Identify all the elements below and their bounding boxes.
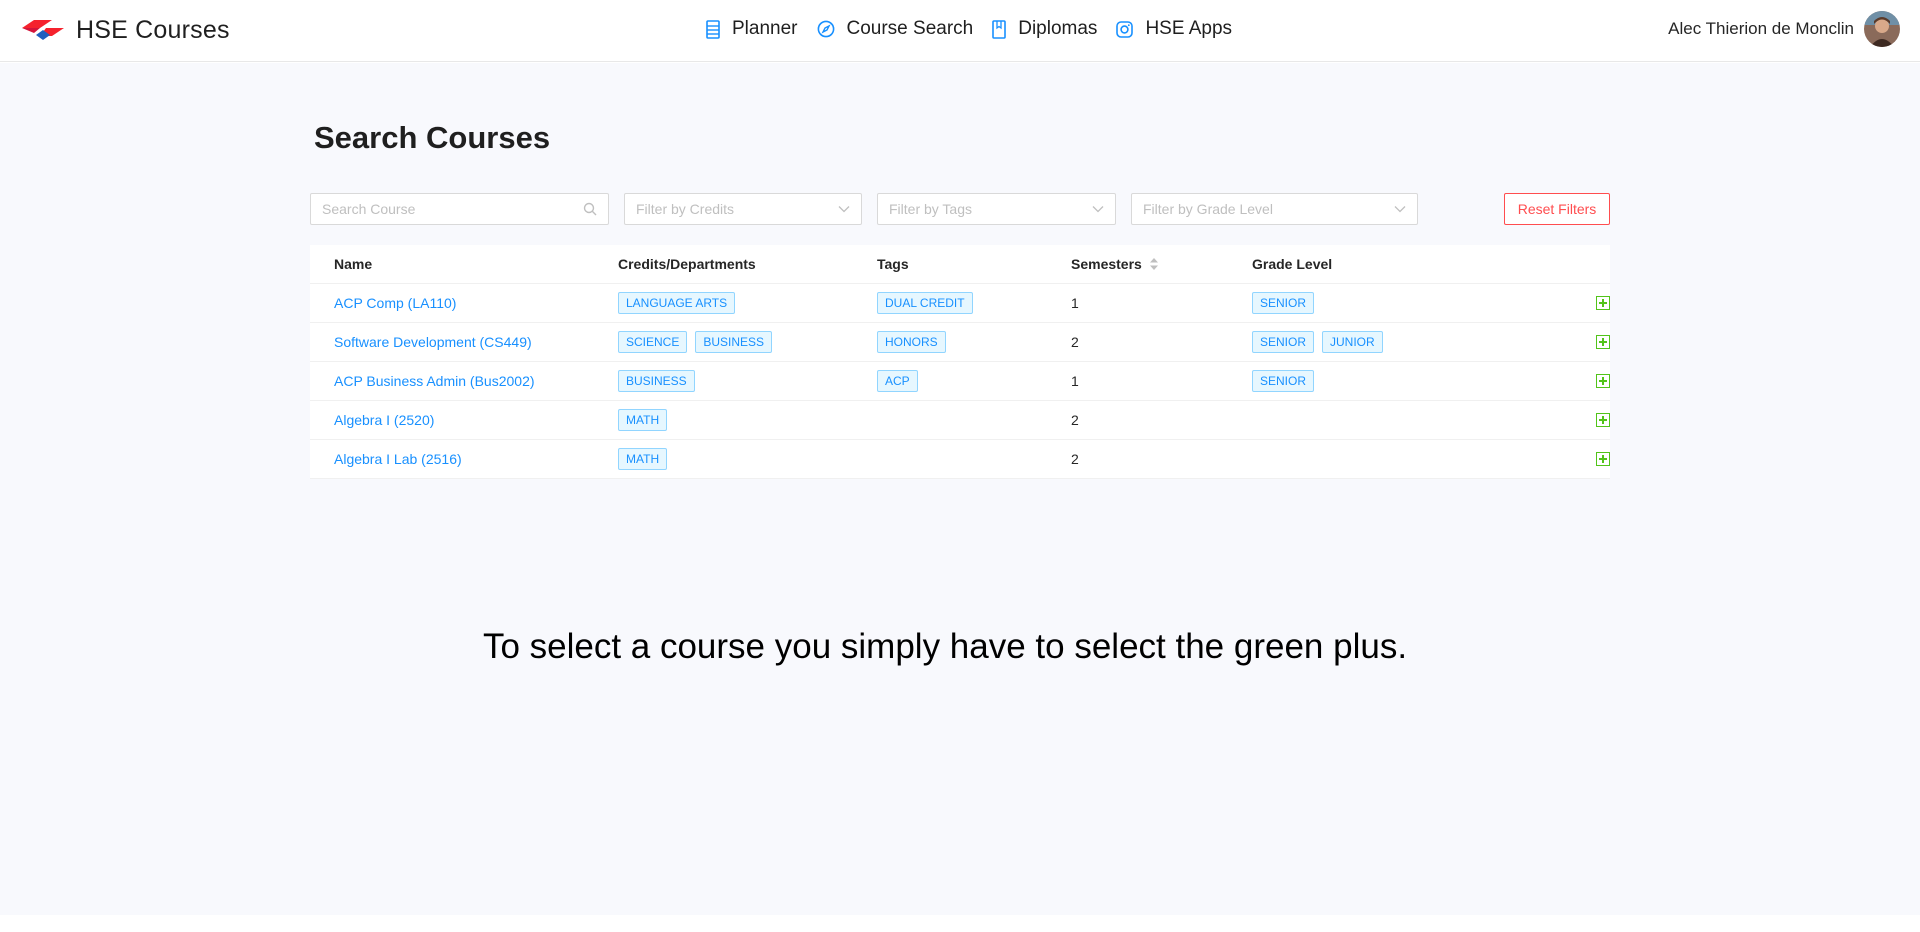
sort-icon[interactable]	[1149, 258, 1158, 270]
instagram-icon	[1116, 20, 1134, 38]
planner-icon	[706, 19, 720, 39]
table-row: ACP Comp (LA110) LANGUAGE ARTS DUAL CREDIT…	[310, 284, 1610, 323]
tags-filter-placeholder: Filter by Tags	[889, 201, 972, 217]
search-icon	[583, 202, 597, 216]
avatar-image	[1864, 11, 1900, 47]
grade-filter-placeholder: Filter by Grade Level	[1143, 201, 1273, 217]
grade-level-tag: SENIOR	[1252, 370, 1315, 392]
course-name-link[interactable]: Algebra I (2520)	[334, 412, 434, 428]
semesters-value: 1	[1071, 295, 1079, 311]
column-header-tags: Tags	[877, 256, 909, 272]
add-course-plus-icon[interactable]	[1596, 335, 1610, 349]
column-header-grade-level: Grade Level	[1252, 256, 1333, 272]
add-course-plus-icon[interactable]	[1596, 452, 1610, 466]
department-tag: BUSINESS	[695, 331, 773, 353]
chevron-down-icon	[1394, 206, 1406, 213]
table-body: ACP Comp (LA110) LANGUAGE ARTS DUAL CREDIT…	[310, 284, 1610, 479]
search-course-field[interactable]	[310, 193, 609, 225]
grade-level-tag: JUNIOR	[1322, 331, 1383, 353]
app-title: HSE Courses	[76, 16, 230, 44]
nav-hse-apps[interactable]: HSE Apps	[1116, 18, 1232, 40]
department-tag: MATH	[618, 409, 668, 431]
instruction-text: To select a course you simply have to se…	[482, 627, 1408, 666]
course-name-link[interactable]: Software Development (CS449)	[334, 334, 532, 350]
book-icon	[992, 19, 1007, 39]
nav-planner-label: Planner	[732, 18, 798, 39]
column-header-departments: Credits/Departments	[618, 256, 756, 272]
department-tag: SCIENCE	[618, 331, 688, 353]
logo[interactable]: HSE Courses	[22, 16, 230, 45]
user-name: Alec Thierion de Monclin	[1668, 19, 1854, 38]
hse-logo-icon	[22, 19, 64, 40]
main-content: Search Courses Filter by Credits Filter …	[0, 63, 1920, 915]
tags-filter-select[interactable]: Filter by Tags	[877, 193, 1116, 225]
column-header-semesters-label: Semesters	[1071, 256, 1142, 272]
search-input[interactable]	[322, 201, 583, 217]
course-tag: HONORS	[877, 331, 946, 353]
main-nav: Planner Course Search Diplomas HSE Apps	[706, 18, 1251, 40]
column-header-semesters[interactable]: Semesters	[1071, 256, 1252, 272]
course-name-link[interactable]: Algebra I Lab (2516)	[334, 451, 462, 467]
column-header-name: Name	[334, 256, 373, 272]
grade-level-tag: SENIOR	[1252, 331, 1315, 353]
add-course-plus-icon[interactable]	[1596, 413, 1610, 427]
semesters-value: 2	[1071, 334, 1079, 350]
nav-planner[interactable]: Planner	[706, 18, 798, 40]
course-tag: DUAL CREDIT	[877, 292, 973, 314]
courses-table: Name Credits/Departments Tags Semesters …	[310, 245, 1610, 479]
credits-filter-placeholder: Filter by Credits	[636, 201, 735, 217]
course-tag: ACP	[877, 370, 918, 392]
grade-level-tag: SENIOR	[1252, 292, 1315, 314]
grade-level-filter-select[interactable]: Filter by Grade Level	[1131, 193, 1418, 225]
nav-hse-apps-label: HSE Apps	[1145, 18, 1233, 39]
semesters-value: 2	[1071, 451, 1079, 467]
department-tag: MATH	[618, 448, 668, 470]
table-row: Algebra I Lab (2516) MATH 2	[310, 440, 1610, 479]
chevron-down-icon	[1092, 206, 1104, 213]
table-row: Algebra I (2520) MATH 2	[310, 401, 1610, 440]
course-name-link[interactable]: ACP Business Admin (Bus2002)	[334, 373, 535, 389]
table-row: Software Development (CS449) SCIENCE BUSIN…	[310, 323, 1610, 362]
department-tag: LANGUAGE ARTS	[618, 292, 736, 314]
credits-filter-select[interactable]: Filter by Credits	[624, 193, 862, 225]
semesters-value: 1	[1071, 373, 1079, 389]
add-course-plus-icon[interactable]	[1596, 374, 1610, 388]
table-row: ACP Business Admin (Bus2002) BUSINESS ACP 1…	[310, 362, 1610, 401]
course-name-link[interactable]: ACP Comp (LA110)	[334, 295, 456, 311]
nav-diplomas[interactable]: Diplomas	[992, 18, 1097, 40]
user-menu[interactable]: Alec Thierion de Monclin	[1668, 11, 1900, 47]
reset-filters-button[interactable]: Reset Filters	[1504, 193, 1610, 225]
table-header: Name Credits/Departments Tags Semesters …	[310, 245, 1610, 284]
page-title: Search Courses	[314, 120, 551, 155]
nav-course-search-label: Course Search	[846, 18, 974, 39]
nav-course-search[interactable]: Course Search	[817, 18, 974, 40]
chevron-down-icon	[838, 206, 850, 213]
top-header: HSE Courses Planner Course Search Diplom…	[0, 0, 1920, 62]
compass-icon	[817, 20, 834, 38]
nav-diplomas-label: Diplomas	[1018, 18, 1098, 39]
department-tag: BUSINESS	[618, 370, 695, 392]
avatar[interactable]	[1864, 11, 1900, 47]
add-course-plus-icon[interactable]	[1596, 296, 1610, 310]
semesters-value: 2	[1071, 412, 1079, 428]
